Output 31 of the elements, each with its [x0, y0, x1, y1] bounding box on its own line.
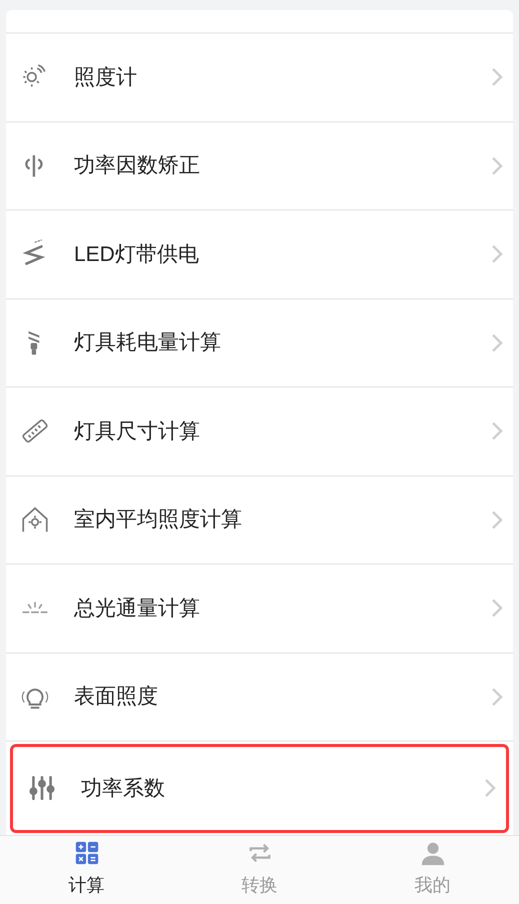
house-icon [20, 504, 50, 535]
person-icon [420, 840, 446, 866]
calculator-icon [74, 840, 100, 866]
item-label: 表面照度 [74, 684, 159, 710]
chevron-icon [491, 244, 503, 264]
chevron-icon [491, 421, 503, 442]
list-item[interactable]: 功率因数矫正 [6, 122, 513, 211]
item-label: 灯具耗电量计算 [74, 330, 222, 356]
list-item[interactable]: 总光通量计算 [6, 565, 513, 654]
list-item[interactable]: 室内平均照度计算 [6, 476, 513, 565]
list-item[interactable]: 照度计 [6, 34, 513, 122]
item-label: 总光通量计算 [74, 596, 201, 622]
chevron-icon [491, 510, 503, 530]
list-item[interactable]: 表面照度 [6, 654, 513, 742]
list-item[interactable]: LED灯带供电 [6, 211, 513, 300]
list-item[interactable]: 灯具耗电量计算 [6, 300, 513, 388]
chevron-icon [491, 67, 503, 88]
tab[interactable]: 计算 [0, 836, 173, 904]
chevron-icon [491, 332, 503, 353]
item-label: 照度计 [74, 64, 138, 90]
chevron-icon [491, 598, 503, 618]
item-label: 灯具尺寸计算 [74, 418, 201, 444]
chevron-icon [491, 686, 503, 707]
item-label: 室内平均照度计算 [74, 507, 243, 533]
list-item[interactable]: 灯具尺寸计算 [6, 388, 513, 476]
item-label: LED灯带供电 [74, 242, 200, 268]
chevron-icon [491, 156, 503, 176]
item-label: 功率因数矫正 [74, 153, 201, 179]
chevron-icon [484, 778, 496, 798]
list-item[interactable]: 功率系数 [10, 744, 509, 832]
item-label: 功率系数 [81, 776, 166, 802]
